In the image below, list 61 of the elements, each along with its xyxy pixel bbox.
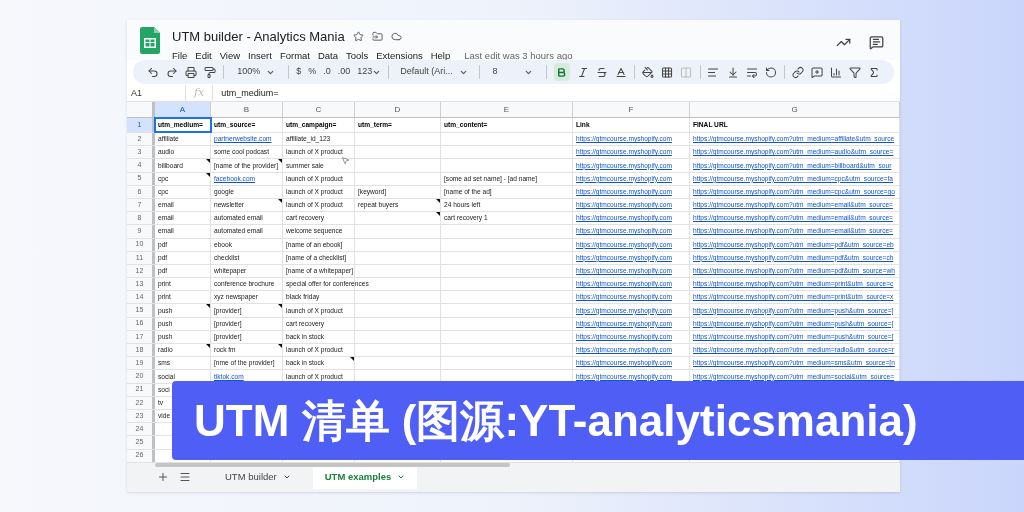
column-header[interactable]: E bbox=[441, 102, 573, 117]
column-header[interactable]: D bbox=[355, 102, 441, 117]
merge-cells-icon[interactable] bbox=[680, 65, 693, 79]
menu-item[interactable]: Help bbox=[430, 48, 451, 63]
column-header[interactable]: B bbox=[211, 102, 283, 117]
all-sheets-icon[interactable] bbox=[179, 471, 191, 484]
folder-icon[interactable] bbox=[371, 31, 383, 43]
paint-format-icon[interactable] bbox=[204, 65, 217, 79]
comments-icon[interactable] bbox=[869, 35, 884, 50]
filter-icon[interactable] bbox=[848, 65, 861, 79]
spreadsheet-logo-icon[interactable] bbox=[140, 27, 160, 54]
name-box[interactable]: A1 bbox=[127, 86, 185, 101]
currency-button[interactable]: $ bbox=[296, 65, 302, 79]
caption-text: UTM 清单 (图源:YT-analyticsmania) bbox=[194, 394, 918, 447]
sheet-tab[interactable]: UTM examples bbox=[312, 465, 418, 490]
formula-field[interactable]: utm_medium= bbox=[213, 86, 900, 101]
zoom-dropdown[interactable]: 100% bbox=[231, 65, 282, 79]
vertical-align-icon[interactable] bbox=[726, 65, 739, 79]
percent-button[interactable]: % bbox=[308, 65, 317, 79]
menu-item[interactable]: Edit bbox=[195, 48, 212, 63]
strikethrough-icon[interactable] bbox=[596, 65, 609, 79]
add-sheet-icon[interactable] bbox=[157, 471, 169, 484]
sigma-icon[interactable] bbox=[867, 65, 880, 79]
bold-icon bbox=[556, 66, 568, 78]
font-dropdown[interactable]: Default (Ari... bbox=[396, 65, 472, 79]
function-label: fx bbox=[185, 85, 214, 102]
menu-item[interactable]: Format bbox=[279, 48, 310, 63]
column-header[interactable]: A bbox=[155, 102, 211, 117]
sheet-tab[interactable]: UTM builder bbox=[213, 465, 303, 490]
menu-item[interactable]: Tools bbox=[346, 48, 369, 63]
cloud-icon[interactable] bbox=[390, 31, 402, 43]
link-icon[interactable] bbox=[791, 65, 804, 79]
chart-icon[interactable] bbox=[829, 65, 842, 79]
undo-icon[interactable] bbox=[147, 65, 160, 79]
menu-item[interactable]: Insert bbox=[248, 48, 272, 63]
mouse-pointer-icon bbox=[341, 156, 350, 165]
horizontal-scrollbar[interactable] bbox=[155, 462, 510, 467]
fill-color-icon[interactable] bbox=[642, 65, 655, 79]
document-title: UTM builder - Analytics Mania bbox=[172, 28, 345, 46]
column-header[interactable]: C bbox=[283, 102, 355, 117]
font-size-dropdown[interactable]: 8 bbox=[486, 65, 539, 79]
bold-button[interactable] bbox=[553, 63, 571, 81]
increase-decimals-button[interactable]: .00 bbox=[337, 65, 351, 79]
column-header[interactable]: F bbox=[573, 102, 690, 117]
menu-item[interactable]: Data bbox=[317, 48, 339, 63]
add-comment-icon[interactable] bbox=[810, 65, 823, 79]
menu-item[interactable]: File bbox=[172, 48, 188, 63]
decrease-decimals-button[interactable]: .0 bbox=[323, 65, 331, 79]
text-wrap-icon[interactable] bbox=[745, 65, 758, 79]
star-icon[interactable] bbox=[352, 31, 364, 43]
menu-item[interactable]: Extensions bbox=[376, 48, 423, 63]
column-header[interactable]: G bbox=[690, 102, 900, 117]
text-rotation-icon[interactable] bbox=[764, 65, 777, 79]
italic-icon[interactable] bbox=[577, 65, 590, 79]
text-color-icon[interactable] bbox=[615, 65, 628, 79]
printer-icon[interactable] bbox=[185, 65, 198, 79]
menu-item[interactable]: View bbox=[219, 48, 241, 63]
redo-icon[interactable] bbox=[166, 65, 179, 79]
borders-icon[interactable] bbox=[661, 65, 674, 79]
align-left-icon[interactable] bbox=[707, 65, 720, 79]
number-format-dropdown[interactable]: 123 bbox=[357, 65, 382, 79]
